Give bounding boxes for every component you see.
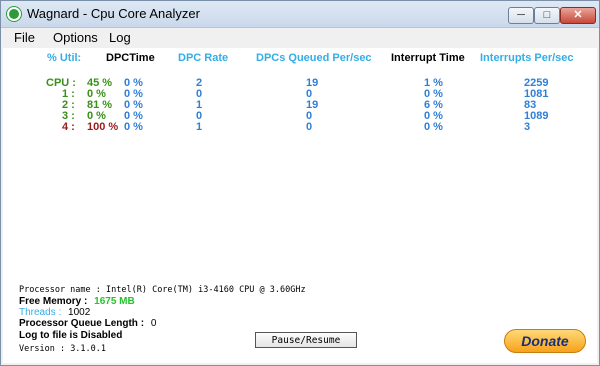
stats-panel: % Util: DPCTime DPC Rate DPCs Queued Per… xyxy=(3,48,597,363)
window-title: Wagnard - Cpu Core Analyzer xyxy=(27,6,200,21)
version-label: Version : xyxy=(19,344,66,354)
free-memory-info: Free Memory : 1675 MB xyxy=(19,296,135,307)
free-memory-value: 1675 MB xyxy=(94,296,135,307)
threads-value: 1002 xyxy=(68,307,91,318)
version-info: Version : 3.1.0.1 xyxy=(19,344,106,354)
threads-label: Threads : xyxy=(19,307,62,318)
app-window: Wagnard - Cpu Core Analyzer ─ □ ✕ File O… xyxy=(0,0,600,366)
interrupt-time-value: 0 % xyxy=(424,121,443,133)
row-label: 4 : xyxy=(62,121,75,133)
pause-resume-button[interactable]: Pause/Resume xyxy=(255,332,357,348)
dpc-time-value: 0 % xyxy=(124,121,143,133)
header-interrupts: Interrupts Per/sec xyxy=(480,52,574,64)
donate-button[interactable]: Donate xyxy=(504,329,586,353)
version-value: 3.1.0.1 xyxy=(70,344,107,354)
processor-label: Processor name : xyxy=(19,285,101,295)
util-value: 100 % xyxy=(87,121,119,133)
close-button[interactable]: ✕ xyxy=(560,7,596,24)
app-logo-icon xyxy=(7,7,21,21)
minimize-button[interactable]: ─ xyxy=(508,7,534,24)
queue-value: 0 xyxy=(150,318,157,329)
dpc-rate-value: 1 xyxy=(196,121,203,133)
menu-log[interactable]: Log xyxy=(109,30,131,45)
header-dpc-time: DPCTime xyxy=(106,52,155,64)
log-status: Log to file is Disabled xyxy=(19,330,123,341)
menu-bar: File Options Log xyxy=(1,28,599,48)
header-util: % Util: xyxy=(47,52,82,64)
queue-info: Processor Queue Length : 0 xyxy=(19,318,156,329)
processor-info: Processor name : Intel(R) Core(TM) i3-41… xyxy=(19,285,306,295)
menu-file[interactable]: File xyxy=(14,30,35,45)
processor-value: Intel(R) Core(TM) i3-4160 CPU @ 3.60GHz xyxy=(106,285,306,295)
queue-label: Processor Queue Length : xyxy=(19,318,145,329)
header-dpc-rate: DPC Rate xyxy=(178,52,229,64)
header-dpcs-queued: DPCs Queued Per/sec xyxy=(256,52,372,64)
interrupts-value: 3 xyxy=(524,121,531,133)
title-bar[interactable]: Wagnard - Cpu Core Analyzer ─ □ ✕ xyxy=(1,1,599,28)
maximize-button[interactable]: □ xyxy=(534,7,560,24)
free-memory-label: Free Memory : xyxy=(19,296,88,307)
threads-info: Threads : 1002 xyxy=(19,307,90,318)
menu-options[interactable]: Options xyxy=(53,30,98,45)
header-interrupt-time: Interrupt Time xyxy=(391,52,465,64)
dpcs-queued-value: 0 xyxy=(306,121,313,133)
